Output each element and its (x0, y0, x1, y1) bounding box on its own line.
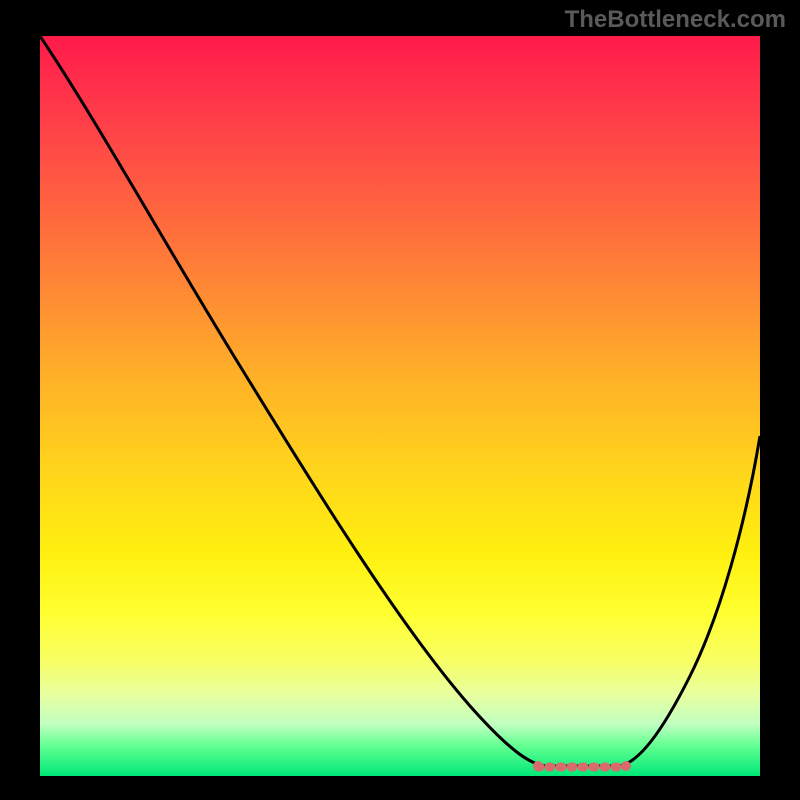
chart-curve-svg (40, 36, 760, 776)
optimal-range-start-dot (533, 761, 543, 771)
watermark-text: TheBottleneck.com (565, 6, 786, 34)
bottleneck-curve-path (40, 36, 760, 766)
optimal-range-end-dot (621, 761, 631, 771)
chart-plot-area (40, 36, 760, 776)
